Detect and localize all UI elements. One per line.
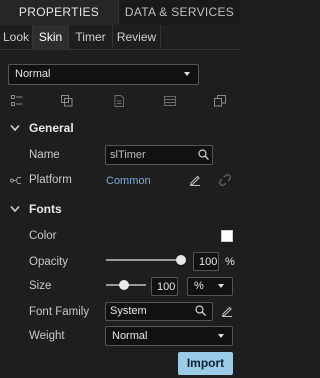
import-button[interactable]: Import [178, 352, 233, 375]
font-family-value: System [110, 305, 147, 317]
name-label: Name [29, 149, 60, 161]
tab-review[interactable]: Review [113, 25, 161, 50]
size-value: 100 [157, 281, 176, 293]
tab-skin[interactable]: Skin [33, 25, 69, 50]
name-input[interactable]: slTimer [105, 145, 213, 165]
section-fonts-title[interactable]: Fonts [29, 202, 62, 216]
opacity-label: Opacity [29, 256, 68, 268]
edit-icon[interactable] [189, 174, 201, 186]
platform-label: Platform [29, 174, 72, 186]
size-unit-select[interactable]: % [187, 277, 233, 296]
section-general-title[interactable]: General [29, 121, 74, 135]
weight-value: Normal [112, 330, 148, 342]
skin-select[interactable]: Normal [8, 64, 199, 85]
tab-data-services[interactable]: DATA & SERVICES [118, 0, 240, 25]
opacity-slider-thumb[interactable] [176, 255, 186, 265]
chevron-down-icon [218, 334, 224, 338]
size-slider[interactable] [106, 278, 150, 292]
opacity-slider[interactable] [106, 253, 186, 267]
size-unit-value: % [194, 280, 204, 292]
size-slider-thumb[interactable] [119, 280, 130, 290]
edit-icon[interactable] [221, 305, 233, 317]
paste-icon[interactable] [113, 95, 125, 107]
tab-properties[interactable]: PROPERTIES [0, 0, 118, 25]
color-label: Color [29, 230, 57, 242]
copy-icon[interactable] [61, 95, 73, 107]
size-label: Size [29, 280, 52, 292]
chevron-down-icon [184, 72, 190, 76]
platform-icon [10, 176, 22, 185]
opacity-unit: % [225, 256, 235, 268]
size-input[interactable]: 100 [151, 277, 178, 296]
weight-select[interactable]: Normal [105, 326, 233, 346]
chevron-down-icon [218, 284, 224, 288]
unlink-icon[interactable] [219, 174, 231, 186]
tab-timer[interactable]: Timer [69, 25, 113, 50]
chevron-down-icon[interactable] [10, 124, 20, 132]
chevron-down-icon[interactable] [10, 205, 20, 213]
skin-select-value: Normal [15, 68, 51, 80]
tab-look[interactable]: Look [0, 25, 33, 50]
name-value: slTimer [110, 149, 146, 161]
list-icon[interactable] [11, 95, 23, 107]
font-family-label: Font Family [29, 306, 90, 318]
search-icon[interactable] [195, 305, 206, 316]
weight-label: Weight [29, 330, 65, 342]
table-icon[interactable] [164, 95, 176, 107]
opacity-slider-track [106, 259, 180, 261]
duplicate-icon[interactable] [214, 95, 226, 107]
opacity-value: 100 [199, 256, 218, 268]
platform-link[interactable]: Common [106, 175, 151, 187]
color-swatch[interactable] [221, 230, 233, 242]
search-icon[interactable] [198, 149, 209, 160]
opacity-input[interactable]: 100 [193, 252, 219, 271]
